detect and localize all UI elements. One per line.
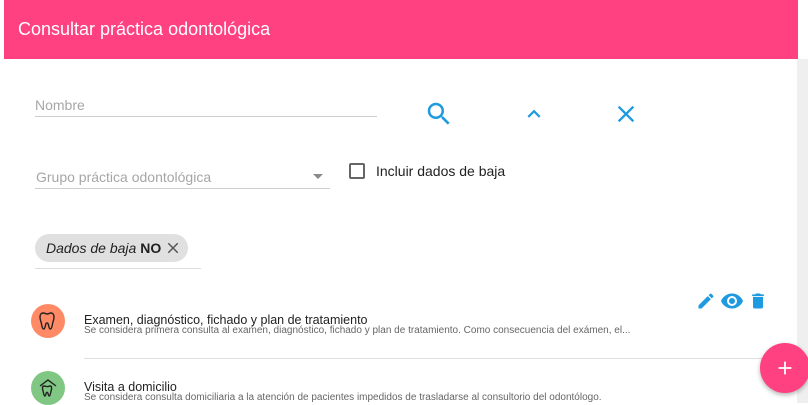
plus-icon — [778, 361, 792, 375]
tooth-icon — [31, 304, 65, 338]
grupo-select-underline — [35, 188, 330, 189]
add-button[interactable] — [760, 343, 808, 393]
grupo-select-placeholder: Grupo práctica odontológica — [36, 169, 212, 185]
grupo-select[interactable]: Grupo práctica odontológica — [36, 169, 330, 187]
chevron-down-icon[interactable] — [313, 174, 323, 179]
list-item-description: Se considera consulta domiciliaria a la … — [84, 392, 602, 403]
list-item-description: Se considera primera consulta al examen,… — [84, 325, 631, 336]
delete-button[interactable] — [748, 290, 768, 312]
incluir-baja-checkbox[interactable] — [349, 163, 365, 179]
tooth-house-icon — [31, 371, 65, 405]
view-button[interactable] — [720, 289, 744, 313]
filter-chip: Dados de baja NO — [35, 234, 189, 262]
nombre-field-underline — [35, 116, 377, 117]
filter-chip-label: Dados de baja — [46, 240, 137, 256]
collapse-button[interactable] — [521, 101, 547, 127]
incluir-baja-label: Incluir dados de baja — [376, 163, 506, 179]
page-header: Consultar práctica odontológica — [4, 0, 798, 59]
close-icon — [168, 242, 179, 254]
filter-chip-value: NO — [140, 240, 162, 256]
page-title: Consultar práctica odontológica — [18, 19, 271, 39]
page-edge — [0, 0, 4, 403]
list-item-avatar — [31, 304, 65, 338]
close-icon — [617, 105, 635, 123]
nombre-input-placeholder: Nombre — [35, 97, 85, 113]
search-button[interactable] — [424, 99, 454, 129]
eye-icon — [721, 293, 743, 309]
chip-remove-button[interactable] — [164, 239, 182, 257]
clear-button[interactable] — [612, 100, 640, 128]
nombre-field[interactable]: Nombre — [35, 97, 377, 115]
chips-underline — [35, 268, 201, 269]
edit-button[interactable] — [696, 291, 716, 311]
search-icon — [427, 102, 450, 125]
list-item-avatar — [31, 371, 65, 405]
pencil-icon — [698, 293, 714, 309]
list-divider — [84, 358, 798, 359]
chevron-up-icon — [527, 109, 541, 118]
trash-icon — [752, 293, 764, 309]
